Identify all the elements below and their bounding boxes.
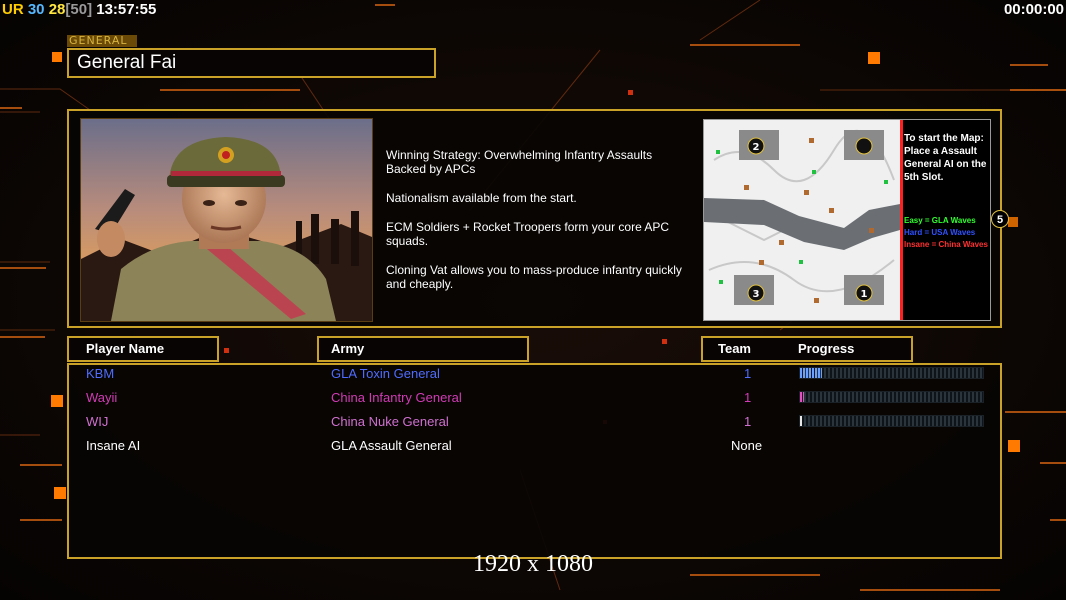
player-name-4: Insane AI — [86, 438, 141, 453]
hud-value-a: 30 — [27, 1, 45, 18]
map-note-title: To start the Map: — [904, 133, 984, 144]
cloning-vat-text: Cloning Vat allows you to mass-produce i… — [386, 263, 682, 291]
general-portrait — [80, 118, 373, 322]
start-position-2: 2 — [753, 142, 760, 153]
progress-bar-2 — [799, 391, 984, 403]
header-team-label: Team — [718, 341, 751, 356]
hud-stats: UR 30 28[50] 13:57:55 — [2, 1, 156, 18]
army-3[interactable]: China Nuke General — [331, 414, 449, 429]
progress-bar-1 — [799, 367, 984, 379]
map-preview: 2 3 1 To start the Map: Place a Assault … — [703, 119, 991, 321]
header-army: Army — [317, 336, 529, 362]
army-4[interactable]: GLA Assault General — [331, 438, 452, 453]
header-progress-label: Progress — [798, 341, 855, 356]
player-name-3: WIJ — [86, 414, 109, 429]
map-note-body: Place a Assault General AI on the 5th Sl… — [904, 146, 987, 183]
difficulty-easy: Easy = GLA Waves — [904, 216, 976, 225]
army-2[interactable]: China Infantry General — [331, 390, 462, 405]
game-timer: 00:00:00 — [1003, 1, 1064, 18]
hud-value-c: [50] — [65, 1, 93, 18]
strategy-text: Winning Strategy: Overwhelming Infantry … — [386, 148, 653, 176]
progress-fill-2 — [800, 392, 804, 402]
general-tag: GENERAL — [67, 35, 137, 47]
hud-label: UR — [2, 1, 24, 18]
team-2[interactable]: 1 — [744, 390, 751, 405]
player-name-2: Wayii — [86, 390, 118, 405]
hud-clock: 13:57:55 — [96, 1, 157, 18]
header-player-name: Player Name — [67, 336, 219, 362]
start-position-1: 1 — [861, 289, 868, 300]
nationalism-text: Nationalism available from the start. — [386, 191, 577, 205]
header-player-label: Player Name — [86, 341, 165, 356]
general-name: General Fai — [67, 48, 436, 78]
army-1[interactable]: GLA Toxin General — [331, 366, 440, 381]
team-4[interactable]: None — [731, 438, 762, 453]
header-army-label: Army — [331, 341, 365, 356]
team-1[interactable]: 1 — [744, 366, 751, 381]
slot-badge: 5 — [991, 210, 1009, 228]
start-position-3: 3 — [753, 289, 760, 300]
progress-fill-3 — [800, 416, 803, 426]
player-name-1: KBM — [86, 366, 115, 381]
progress-bar-3 — [799, 415, 984, 427]
resolution-label: 1920 x 1080 — [473, 551, 593, 577]
difficulty-hard: Hard = USA Waves — [904, 228, 976, 237]
general-description: Winning Strategy: Overwhelming Infantry … — [386, 148, 696, 306]
progress-fill-1 — [800, 368, 822, 378]
header-team-progress: Team Progress — [701, 336, 913, 362]
hud-value-b: 28 — [48, 1, 66, 18]
difficulty-insane: Insane = China Waves — [904, 240, 988, 249]
team-3[interactable]: 1 — [744, 414, 751, 429]
core-squads-text: ECM Soldiers + Rocket Troopers form your… — [386, 220, 670, 248]
